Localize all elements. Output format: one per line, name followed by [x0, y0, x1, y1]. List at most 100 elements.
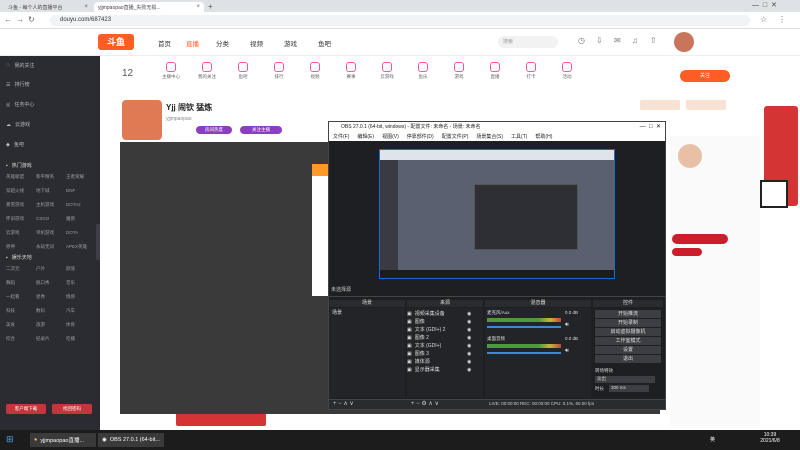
message-icon[interactable]: ✉	[614, 36, 621, 45]
sidebar-grid-item[interactable]: 一起看	[6, 294, 20, 300]
sidebar-grid-item[interactable]: 原神	[6, 244, 15, 250]
duration-input[interactable]: 300 ms	[609, 385, 649, 392]
control-button[interactable]: 设置	[595, 346, 661, 354]
control-button[interactable]: 启动虚拟摄像机	[595, 328, 661, 336]
sidebar-grid-item[interactable]: 情感	[66, 294, 75, 300]
sidebar-grid-item[interactable]: 单机游戏	[36, 230, 54, 236]
close-icon[interactable]: ×	[84, 4, 88, 10]
site-logo[interactable]: 斗鱼	[98, 34, 134, 50]
menu-icon[interactable]: ⋮	[778, 15, 786, 24]
eye-icon[interactable]: ◉	[467, 319, 471, 325]
category-item[interactable]: 游戏	[448, 62, 470, 80]
sidebar-grid-item[interactable]: 数码	[36, 308, 45, 314]
recover-button[interactable]: 找回密码	[52, 404, 92, 414]
control-button[interactable]: 工作室模式	[595, 337, 661, 345]
sidebar-grid-item[interactable]: 主机游戏	[36, 202, 54, 208]
tab-douyu-home[interactable]: 斗鱼 - 每个人的直播平台 ×	[4, 2, 92, 12]
speaker-icon[interactable]: 🔊︎	[565, 322, 569, 329]
sidebar-grid-item[interactable]: 吃播	[66, 336, 75, 342]
sidebar-grid-item[interactable]: CSGO	[36, 216, 49, 221]
obs-menu-item[interactable]: 文件(F)	[333, 134, 349, 140]
category-item[interactable]: 鱼吧	[232, 62, 254, 80]
control-button[interactable]: 开始推流	[595, 310, 661, 318]
mixer-slider[interactable]	[487, 352, 561, 354]
source-item[interactable]: ▣ 文本 (GDI+) ◉	[407, 342, 471, 350]
avatar[interactable]	[674, 32, 694, 52]
taskbar-app-obs[interactable]: ◉ OBS 27.0.1 (64-bit...	[98, 433, 164, 447]
obs-menu-item[interactable]: 帮助(H)	[535, 134, 552, 140]
download-icon[interactable]: ⇩	[596, 36, 603, 45]
tag-badge[interactable]: 房间热度	[196, 126, 232, 134]
url-field[interactable]: douyu.com/687423	[50, 15, 750, 26]
nav-yuba[interactable]: 鱼吧	[318, 38, 331, 48]
eye-icon[interactable]: ◉	[467, 359, 471, 365]
category-item[interactable]: 活动	[556, 62, 578, 80]
obs-window[interactable]: OBS 27.0.1 (64-bit, windows) - 配置文件: 未命名…	[328, 121, 666, 410]
category-item[interactable]: 鱼乐	[412, 62, 434, 80]
speaker-icon[interactable]: 🔊︎	[565, 348, 569, 355]
eye-icon[interactable]: ◉	[467, 343, 471, 349]
sidebar-item-task[interactable]: ◎ 任务中心	[6, 101, 34, 109]
category-item[interactable]: 直播	[484, 62, 506, 80]
obs-menu-item[interactable]: 配置文件(P)	[442, 134, 469, 140]
star-icon[interactable]: ☆	[760, 15, 767, 24]
obs-menu-item[interactable]: 视图(V)	[382, 134, 399, 140]
sidebar-grid-item[interactable]: 音乐	[66, 280, 75, 286]
sidebar-grid-item[interactable]: 旅游	[36, 322, 45, 328]
sidebar-grid-item[interactable]: 王者荣耀	[66, 174, 84, 180]
sidebar-grid-item[interactable]: 怀旧游戏	[6, 216, 24, 222]
source-item[interactable]: ▣ 视频采集设备 ◉	[407, 310, 471, 318]
add-icon[interactable]: + − ∧ ∨	[333, 400, 354, 407]
obs-menu-item[interactable]: 场景集合(S)	[476, 134, 503, 140]
eye-icon[interactable]: ◉	[467, 367, 471, 373]
source-toolbar[interactable]: + − ⚙ ∧ ∨	[411, 400, 439, 407]
source-item[interactable]: ▣ 显示器采集 ◉	[407, 366, 471, 374]
close-icon[interactable]: ×	[196, 4, 200, 10]
sidebar-grid-item[interactable]: 暴雪游戏	[6, 202, 24, 208]
nav-live[interactable]: 直播	[186, 38, 199, 48]
category-item[interactable]: 排行	[268, 62, 290, 80]
source-item[interactable]: ▣ 图像 ◉	[407, 318, 471, 326]
transition-select[interactable]: 淡出	[595, 376, 655, 383]
sidebar-grid-item[interactable]: 地下城	[36, 188, 50, 194]
sidebar-grid-item[interactable]: DOTA	[66, 230, 78, 235]
control-button[interactable]: 退出	[595, 355, 661, 363]
sidebar-grid-item[interactable]: 和平精英	[36, 174, 54, 180]
search-input[interactable]: 搜索	[498, 36, 558, 48]
streamer-avatar[interactable]	[122, 100, 162, 140]
new-tab-button[interactable]: +	[208, 2, 213, 11]
eye-icon[interactable]: ◉	[467, 327, 471, 333]
sidebar-item-yuba[interactable]: ◆ 鱼吧	[6, 141, 24, 149]
sidebar-grid-item[interactable]: 永劫无间	[36, 244, 54, 250]
tag-badge[interactable]: 关注主播	[240, 126, 282, 134]
sidebar-grid-item[interactable]: 二次元	[6, 266, 20, 272]
obs-menu-item[interactable]: 工具(T)	[511, 134, 527, 140]
sidebar-grid-item[interactable]: APEX英雄	[66, 244, 87, 250]
ime-indicator[interactable]: 英	[710, 436, 715, 443]
window-controls[interactable]: — □ ✕	[752, 1, 777, 9]
source-item[interactable]: ▣ 文本 (GDI+) 2 ◉	[407, 326, 471, 334]
sidebar-grid-item[interactable]: 颜值	[66, 266, 75, 272]
source-item[interactable]: ▣ 图像 3 ◉	[407, 350, 471, 358]
scene-item[interactable]: 场景	[329, 308, 405, 317]
mixer-slider[interactable]	[487, 326, 561, 328]
reload-icon[interactable]: ↻	[28, 15, 35, 24]
control-button[interactable]: 开始录制	[595, 319, 661, 327]
category-item[interactable]: 视频	[304, 62, 326, 80]
eye-icon[interactable]: ◉	[467, 335, 471, 341]
sidebar-grid-item[interactable]: 体育	[66, 322, 75, 328]
sidebar-grid-item[interactable]: 穿越火线	[6, 188, 24, 194]
category-item[interactable]: 我的关注	[196, 62, 218, 80]
sidebar-item-rank[interactable]: ☰ 排行榜	[6, 81, 30, 89]
taskbar-app-chrome[interactable]: ● yjjmpaopao直播...	[30, 433, 96, 447]
source-item[interactable]: ▣ 媒体源 ◉	[407, 358, 471, 366]
sidebar-grid-item[interactable]: 科技	[6, 308, 15, 314]
upload-icon[interactable]: ⇧	[650, 36, 657, 45]
nav-category[interactable]: 分类	[216, 38, 229, 48]
sidebar-grid-item[interactable]: DNF	[66, 188, 75, 193]
tab-stream[interactable]: yjjmpaopao直播_失败无损... ×	[94, 2, 204, 12]
eye-icon[interactable]: ◉	[467, 351, 471, 357]
sidebar-grid-item[interactable]: 脱口秀	[36, 280, 50, 286]
clock[interactable]: 10:39 2021/6/8	[750, 432, 790, 444]
category-item[interactable]: 主播中心	[160, 62, 182, 80]
